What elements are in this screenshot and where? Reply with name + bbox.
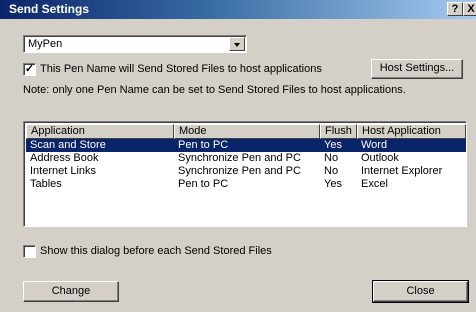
cell-flush: No	[324, 165, 339, 177]
window-title: Send Settings	[9, 2, 90, 16]
column-header-mode[interactable]: Mode	[174, 124, 320, 139]
host-settings-button[interactable]: Host Settings...	[371, 59, 463, 79]
pen-name-dropdown[interactable]: MyPen	[23, 35, 247, 53]
table-row[interactable]: Address Book Synchronize Pen and PC No O…	[26, 152, 466, 165]
close-button[interactable]: Close	[372, 280, 469, 303]
table-row[interactable]: Internet Links Synchronize Pen and PC No…	[26, 165, 466, 178]
cell-flush: Yes	[324, 139, 342, 151]
change-button[interactable]: Change	[23, 281, 119, 302]
cell-host-application: Word	[361, 139, 388, 151]
send-stored-files-checkbox[interactable]: ✓	[23, 63, 36, 76]
cell-application: Address Book	[30, 152, 99, 164]
chevron-down-icon[interactable]	[229, 37, 245, 51]
cell-host-application: Outlook	[361, 152, 399, 164]
title-bar: Send Settings ? X	[0, 0, 476, 19]
note-text: Note: only one Pen Name can be set to Se…	[23, 84, 406, 96]
table-row[interactable]: Tables Pen to PC Yes Excel	[26, 178, 466, 191]
close-window-button[interactable]: X	[463, 2, 476, 16]
send-stored-files-label: This Pen Name will Send Stored Files to …	[40, 63, 322, 75]
pen-name-value: MyPen	[28, 38, 63, 50]
cell-flush: Yes	[324, 178, 342, 190]
show-dialog-label: Show this dialog before each Send Stored…	[40, 245, 272, 257]
checkmark-icon: ✓	[24, 63, 35, 75]
cell-mode: Synchronize Pen and PC	[178, 152, 301, 164]
application-list[interactable]: Application Mode Flush Host Application …	[23, 121, 467, 227]
cell-application: Tables	[30, 178, 62, 190]
cell-host-application: Excel	[361, 178, 388, 190]
column-header-flush[interactable]: Flush	[320, 124, 357, 139]
show-dialog-checkbox[interactable]	[23, 245, 36, 258]
help-button[interactable]: ?	[447, 2, 463, 16]
cell-flush: No	[324, 152, 339, 164]
table-row[interactable]: Scan and Store Pen to PC Yes Word	[26, 139, 466, 152]
column-header-application[interactable]: Application	[26, 124, 174, 139]
column-header-host-application[interactable]: Host Application	[357, 124, 466, 139]
list-header: Application Mode Flush Host Application	[26, 124, 466, 139]
cell-host-application: Internet Explorer	[361, 165, 443, 177]
cell-mode: Pen to PC	[178, 139, 229, 151]
cell-application: Scan and Store	[30, 139, 106, 151]
cell-application: Internet Links	[30, 165, 97, 177]
cell-mode: Synchronize Pen and PC	[178, 165, 301, 177]
cell-mode: Pen to PC	[178, 178, 229, 190]
